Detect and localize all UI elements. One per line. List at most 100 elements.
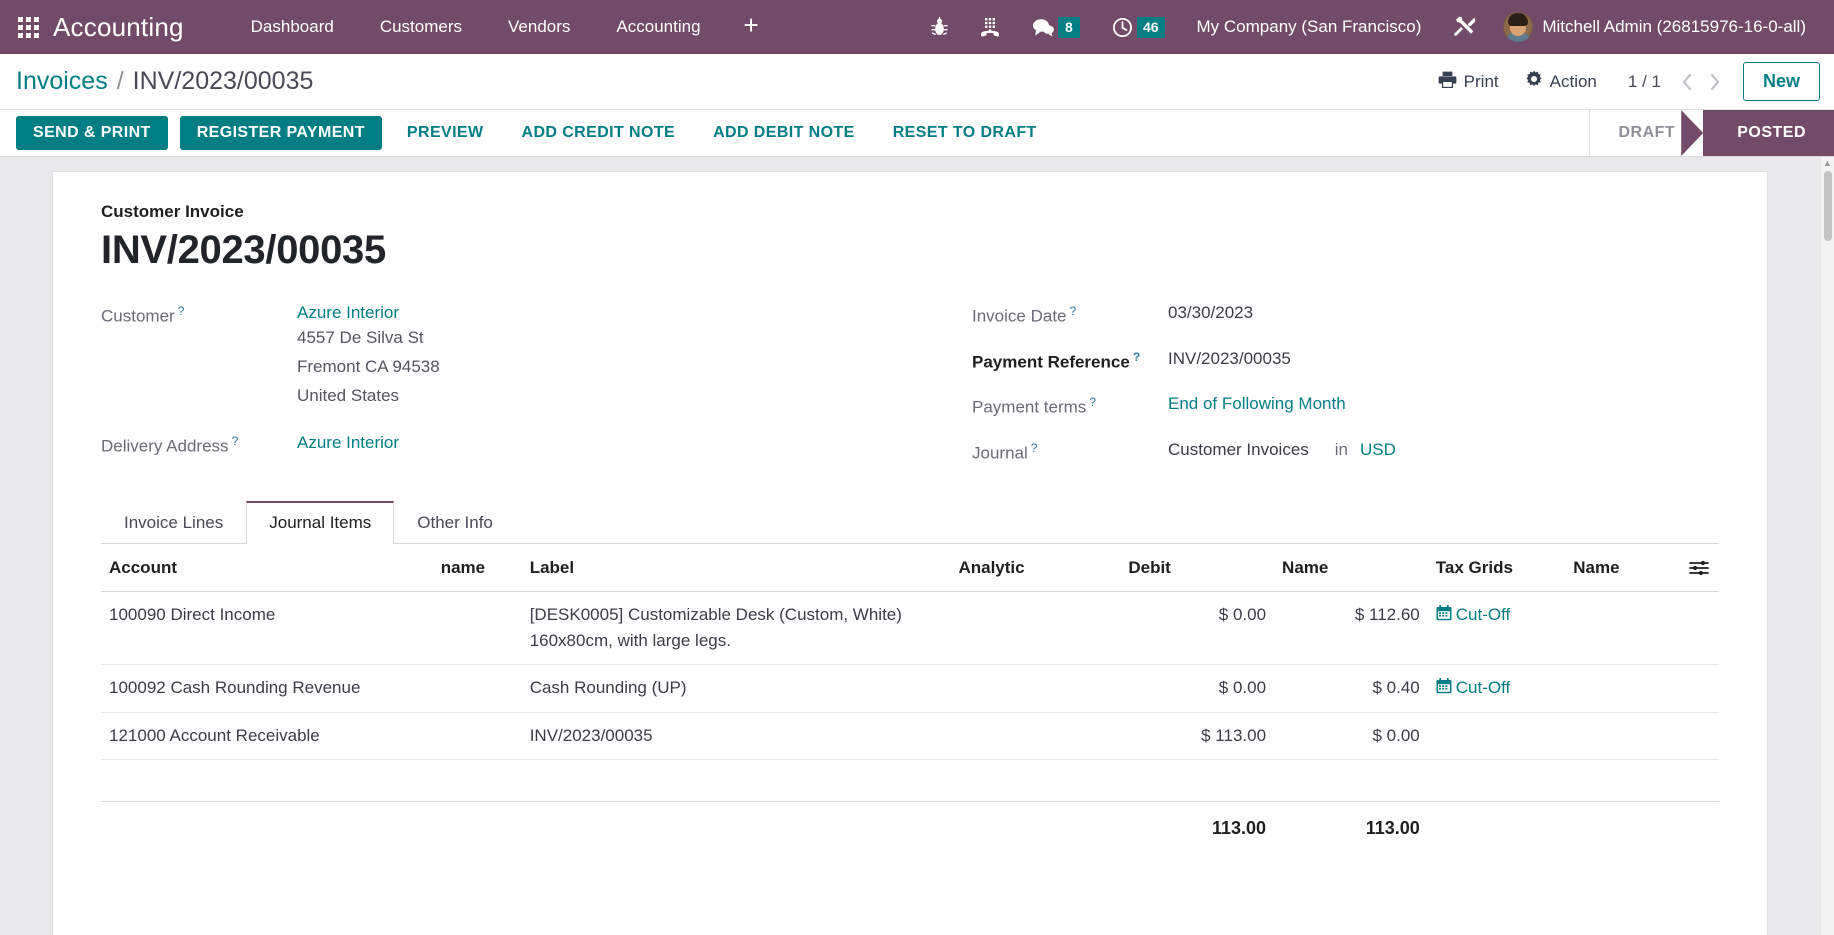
cell-account[interactable]: 121000 Account Receivable — [101, 712, 433, 760]
tools-icon[interactable] — [1437, 15, 1493, 39]
state-posted[interactable]: POSTED — [1703, 110, 1834, 156]
user-name-label: Mitchell Admin (26815976-16-0-all) — [1542, 17, 1806, 36]
table-row[interactable]: 100092 Cash Rounding Revenue Cash Roundi… — [101, 664, 1719, 713]
tax-grid-tag-cut-off[interactable]: Cut-Off — [1436, 677, 1510, 699]
page-title: INV/2023/00035 — [101, 228, 386, 272]
payment-reference-value[interactable]: INV/2023/00035 — [1168, 349, 1291, 369]
cell-tax-grids[interactable]: Cut-Off — [1427, 664, 1566, 713]
print-button[interactable]: Print — [1425, 65, 1512, 99]
cell-analytic[interactable] — [950, 664, 1121, 713]
pager-next-button[interactable] — [1701, 72, 1729, 92]
cell-account[interactable]: 100092 Cash Rounding Revenue — [101, 664, 433, 713]
cell-tax-grids[interactable] — [1427, 712, 1566, 760]
cell-label[interactable]: [DESK0005] Customizable Desk (Custom, Wh… — [521, 591, 951, 665]
cell-credit[interactable]: $ 0.40 — [1274, 664, 1428, 713]
column-header-name-2[interactable]: Name — [1565, 543, 1679, 592]
table-empty-row[interactable] — [101, 759, 1719, 802]
invoice-date-value[interactable]: 03/30/2023 — [1168, 303, 1253, 323]
cell-debit[interactable]: $ 0.00 — [1120, 664, 1275, 713]
send-and-print-button[interactable]: SEND & PRINT — [16, 116, 168, 150]
help-marker-icon[interactable]: ? — [232, 434, 239, 448]
reset-to-draft-button[interactable]: RESET TO DRAFT — [880, 116, 1050, 150]
app-brand-accounting[interactable]: Accounting — [53, 12, 184, 43]
optional-columns-button[interactable] — [1678, 543, 1719, 592]
cell-name[interactable] — [432, 591, 522, 665]
help-marker-icon[interactable]: ? — [1031, 441, 1038, 455]
menu-item-vendors[interactable]: Vendors — [485, 9, 593, 45]
help-marker-icon[interactable]: ? — [1089, 395, 1096, 409]
form-scroll-area: Customer Invoice INV/2023/00035 Customer… — [0, 157, 1820, 935]
field-payment-terms: Payment terms? End of Following Month — [972, 394, 1719, 418]
cell-account[interactable]: 100090 Direct Income — [101, 591, 433, 665]
user-menu[interactable]: Mitchell Admin (26815976-16-0-all) — [1493, 12, 1820, 42]
cell-credit[interactable]: $ 112.60 — [1274, 591, 1428, 665]
tab-other-info[interactable]: Other Info — [394, 501, 516, 544]
add-new-icon[interactable]: + — [724, 10, 779, 44]
menu-item-accounting[interactable]: Accounting — [593, 9, 723, 45]
new-button[interactable]: New — [1742, 62, 1820, 101]
help-marker-icon[interactable]: ? — [178, 304, 185, 318]
scroll-up-arrow[interactable]: ▲ — [1821, 157, 1834, 169]
payment-terms-link[interactable]: End of Following Month — [1168, 394, 1346, 413]
cell-tax-grids[interactable]: Cut-Off — [1427, 591, 1566, 665]
cell-name[interactable] — [432, 664, 522, 713]
breadcrumb-invoices[interactable]: Invoices — [16, 67, 108, 96]
help-marker-icon[interactable]: ? — [1070, 304, 1077, 318]
menu-item-customers[interactable]: Customers — [357, 9, 485, 45]
action-button[interactable]: Action — [1512, 64, 1610, 99]
calendar-icon — [1436, 677, 1452, 699]
action-label: Action — [1549, 71, 1597, 91]
company-switcher[interactable]: My Company (San Francisco) — [1181, 17, 1438, 37]
column-header-label[interactable]: Label — [521, 543, 951, 592]
tab-journal-items[interactable]: Journal Items — [246, 500, 395, 544]
breadcrumb-separator: / — [116, 67, 124, 95]
form-view: Customer Invoice INV/2023/00035 Customer… — [0, 157, 1834, 935]
pager-counter[interactable]: 1 / 1 — [1610, 72, 1673, 92]
column-header-debit[interactable]: Debit — [1120, 543, 1275, 592]
journal-value[interactable]: Customer Invoices — [1168, 440, 1309, 460]
cell-name-2[interactable] — [1565, 712, 1679, 760]
cell-label[interactable]: INV/2023/00035 — [521, 712, 951, 760]
scrollbar-thumb[interactable] — [1823, 171, 1832, 241]
messages-icon[interactable]: 8 — [1016, 16, 1096, 38]
activities-clock-icon[interactable]: 46 — [1096, 16, 1181, 38]
bug-icon[interactable] — [915, 17, 964, 37]
pager-previous-button[interactable] — [1673, 72, 1701, 92]
column-header-analytic[interactable]: Analytic — [950, 543, 1121, 592]
total-debit: 113.00 — [1211, 817, 1267, 838]
cell-label[interactable]: Cash Rounding (UP) — [521, 664, 951, 713]
preview-button[interactable]: PREVIEW — [394, 116, 497, 150]
gear-icon — [1525, 70, 1543, 93]
cell-name[interactable] — [432, 712, 522, 760]
help-marker-icon[interactable]: ? — [1133, 350, 1140, 364]
field-journal: Journal? Customer Invoices in USD — [972, 440, 1719, 464]
cell-analytic[interactable] — [950, 591, 1121, 665]
vertical-scrollbar[interactable]: ▲ — [1820, 157, 1834, 935]
column-header-name[interactable]: name — [432, 543, 522, 592]
customer-link[interactable]: Azure Interior — [297, 303, 399, 322]
table-totals-row: 113.00 113.00 — [101, 801, 1719, 852]
cell-debit[interactable]: $ 113.00 — [1120, 712, 1275, 760]
control-panel: Invoices / INV/2023/00035 Print Action 1… — [0, 54, 1834, 110]
tax-grid-tag-cut-off[interactable]: Cut-Off — [1436, 604, 1510, 626]
column-header-account[interactable]: Account — [101, 543, 433, 592]
add-credit-note-button[interactable]: ADD CREDIT NOTE — [509, 116, 689, 150]
table-row[interactable]: 121000 Account Receivable INV/2023/00035… — [101, 712, 1719, 760]
delivery-address-link[interactable]: Azure Interior — [297, 433, 399, 452]
currency-link[interactable]: USD — [1360, 440, 1396, 460]
register-payment-button[interactable]: REGISTER PAYMENT — [179, 116, 382, 150]
apps-grid-icon[interactable] — [18, 16, 39, 38]
cell-name-2[interactable] — [1565, 591, 1679, 665]
column-header-credit-name[interactable]: Name — [1274, 543, 1428, 592]
menu-item-dashboard[interactable]: Dashboard — [228, 9, 357, 45]
add-debit-note-button[interactable]: ADD DEBIT NOTE — [700, 116, 868, 150]
cell-name-2[interactable] — [1565, 664, 1679, 713]
column-header-tax-grids[interactable]: Tax Grids — [1427, 543, 1566, 592]
dialpad-icon[interactable] — [964, 17, 1016, 37]
cell-analytic[interactable] — [950, 712, 1121, 760]
table-row[interactable]: 100090 Direct Income [DESK0005] Customiz… — [101, 591, 1719, 665]
tab-invoice-lines[interactable]: Invoice Lines — [101, 501, 246, 544]
cell-credit[interactable]: $ 0.00 — [1274, 712, 1428, 760]
cell-debit[interactable]: $ 0.00 — [1120, 591, 1275, 665]
delivery-address-label: Delivery Address? — [101, 433, 239, 456]
